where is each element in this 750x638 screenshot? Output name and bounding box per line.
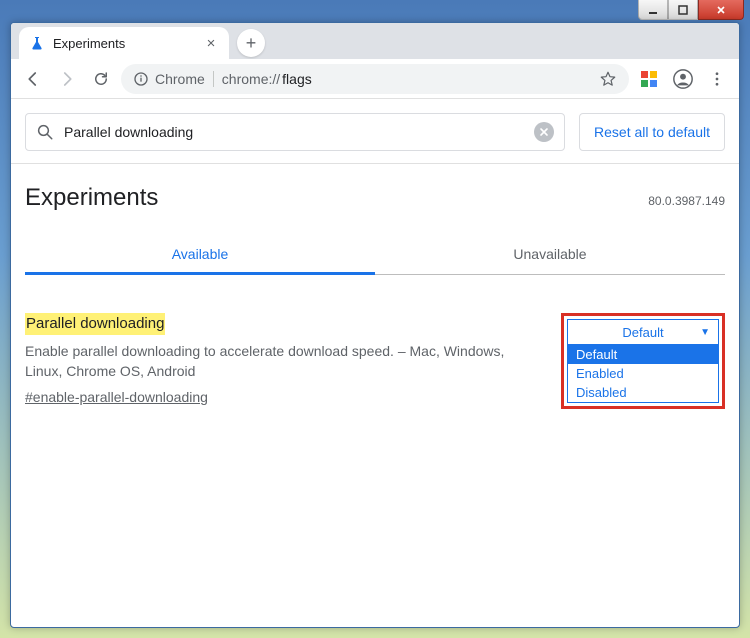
- security-label: Chrome: [155, 71, 205, 87]
- reload-button[interactable]: [87, 65, 115, 93]
- extension-icon[interactable]: [635, 65, 663, 93]
- reset-all-button[interactable]: Reset all to default: [579, 113, 725, 151]
- flag-description: Enable parallel downloading to accelerat…: [25, 343, 504, 379]
- back-button[interactable]: [19, 65, 47, 93]
- browser-toolbar: Chrome chrome://flags: [11, 59, 739, 99]
- version-label: 80.0.3987.149: [648, 194, 725, 208]
- account-button[interactable]: [669, 65, 697, 93]
- window-buttons: [638, 0, 744, 20]
- bookmark-star-icon[interactable]: [599, 70, 617, 88]
- info-icon: [133, 71, 149, 87]
- search-icon: [36, 123, 54, 141]
- flag-option-enabled[interactable]: Enabled: [568, 364, 718, 383]
- clear-search-icon[interactable]: [534, 122, 554, 142]
- header-row: Experiments 80.0.3987.149: [11, 164, 739, 212]
- omnibox-divider: [213, 71, 214, 87]
- search-row: Reset all to default: [11, 99, 739, 163]
- url-text: chrome://flags: [222, 71, 591, 87]
- browser-window: Experiments × + Chrome: [10, 22, 740, 628]
- tab-strip: Experiments × +: [11, 23, 739, 59]
- tab-title: Experiments: [53, 36, 195, 51]
- window-frame: Experiments × + Chrome: [0, 0, 750, 638]
- flag-select[interactable]: Default ▼: [567, 319, 719, 345]
- window-close-button[interactable]: [698, 0, 744, 20]
- tab-experiments[interactable]: Experiments ×: [19, 27, 229, 59]
- tab-close-icon[interactable]: ×: [203, 35, 219, 51]
- kebab-menu-button[interactable]: [703, 65, 731, 93]
- window-maximize-button[interactable]: [668, 0, 698, 20]
- new-tab-button[interactable]: +: [237, 29, 265, 57]
- address-bar[interactable]: Chrome chrome://flags: [121, 64, 629, 94]
- flag-option-default[interactable]: Default: [568, 345, 718, 364]
- section-tabs: Available Unavailable: [25, 234, 725, 275]
- flag-select-value: Default: [622, 325, 663, 340]
- page-title: Experiments: [25, 184, 158, 212]
- tab-unavailable[interactable]: Unavailable: [375, 234, 725, 275]
- caret-down-icon: ▼: [700, 327, 710, 338]
- page-content: Reset all to default Experiments 80.0.39…: [11, 99, 739, 627]
- site-info[interactable]: Chrome: [133, 71, 205, 87]
- flag-option-disabled[interactable]: Disabled: [568, 383, 718, 402]
- window-titlebar[interactable]: [0, 0, 750, 22]
- flag-title: Parallel downloading: [25, 313, 165, 335]
- flag-text: Parallel downloading Enable parallel dow…: [25, 313, 543, 408]
- flag-search-input[interactable]: [64, 124, 524, 140]
- flag-anchor-link[interactable]: #enable-parallel-downloading: [25, 387, 208, 407]
- flag-row: Parallel downloading Enable parallel dow…: [11, 275, 739, 409]
- flask-icon: [29, 35, 45, 51]
- window-minimize-button[interactable]: [638, 0, 668, 20]
- flag-options-list: Default Enabled Disabled: [567, 345, 719, 403]
- flag-search-box[interactable]: [25, 113, 565, 151]
- tab-available[interactable]: Available: [25, 234, 375, 275]
- flag-control: Default ▼ Default Enabled Disabled: [561, 313, 725, 409]
- plus-icon: +: [246, 33, 257, 54]
- forward-button[interactable]: [53, 65, 81, 93]
